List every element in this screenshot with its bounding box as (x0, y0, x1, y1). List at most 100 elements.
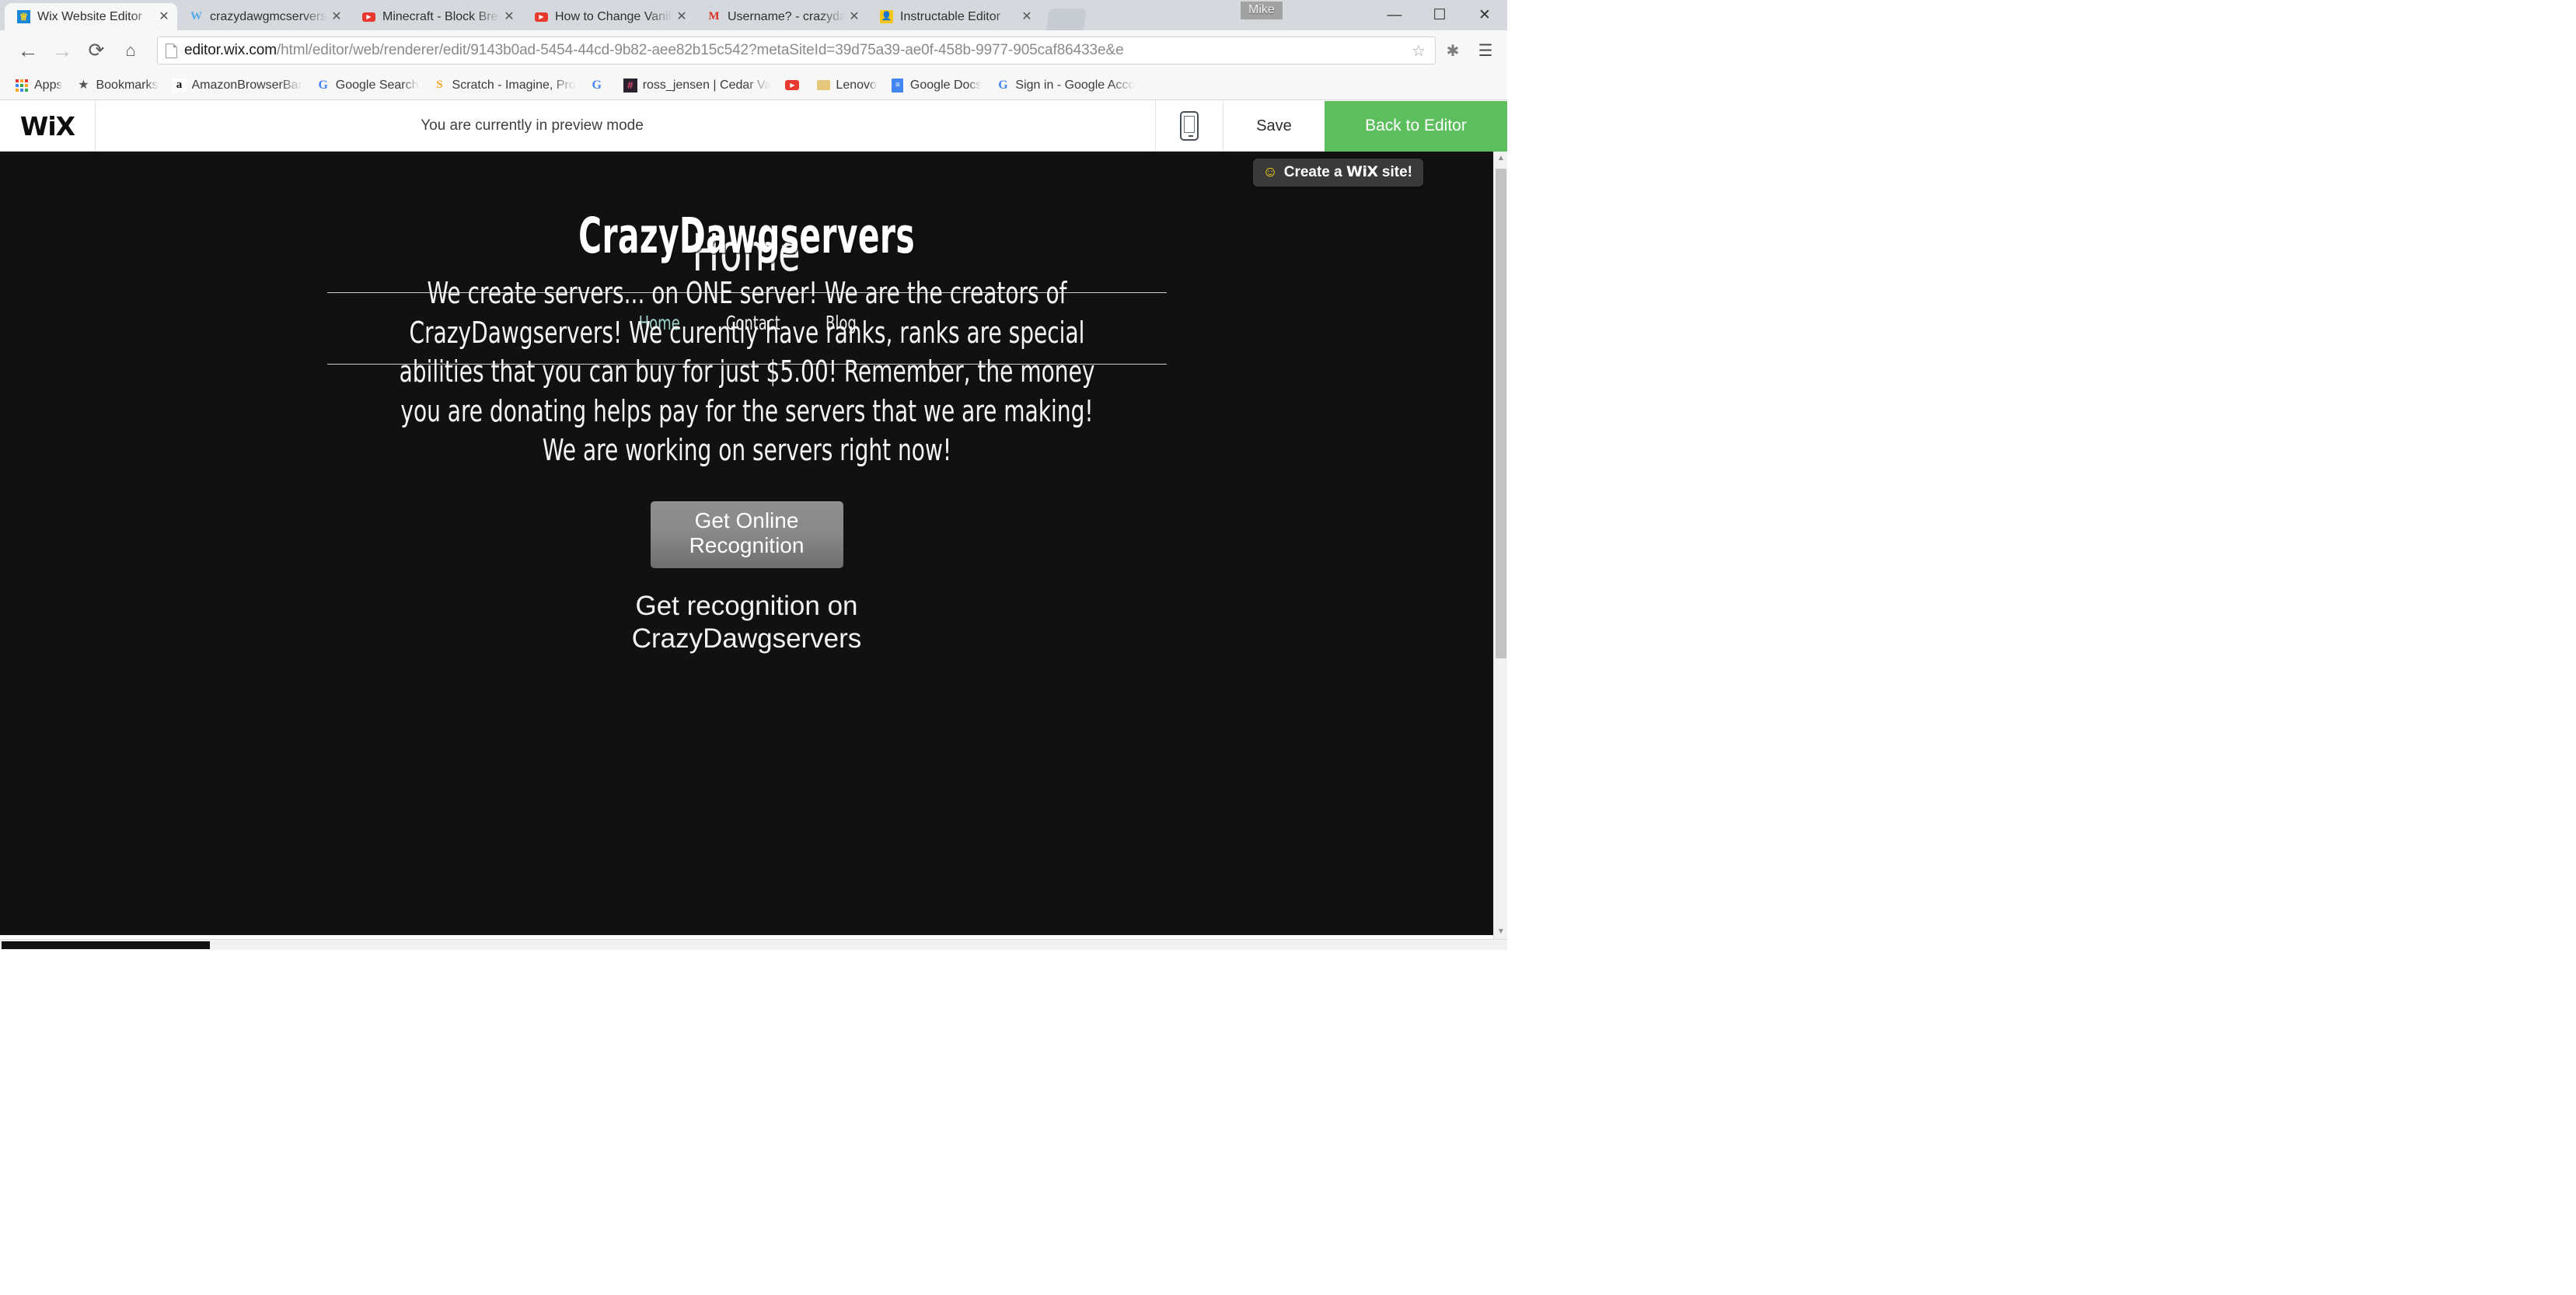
bookmark-google-search[interactable]: G Google Search (309, 71, 426, 100)
extensions-icon[interactable]: ✱ (1436, 41, 1470, 61)
badge-brand: WiX (1346, 163, 1378, 180)
google-icon: G (998, 78, 1008, 92)
get-online-recognition-button[interactable]: Get Online Recognition (650, 501, 843, 568)
browser-toolbar: ← → ⟳ ⌂ editor.wix.com/html/editor/web/r… (0, 30, 1507, 71)
tab-title: Instructable Editor (900, 9, 1000, 23)
address-bar[interactable]: editor.wix.com/html/editor/web/renderer/… (157, 37, 1436, 65)
bookmark-label: ross_jensen | Cedar Va (642, 78, 772, 92)
youtube-icon: ▶ (785, 79, 800, 92)
badge-text-after: site! (1377, 164, 1412, 180)
page-info-icon[interactable] (166, 43, 177, 58)
back-icon[interactable]: ← (11, 33, 45, 68)
tab-close-icon[interactable]: ✕ (1018, 10, 1035, 23)
bookmark-amazonbrowserbar[interactable]: a AmazonBrowserBar (166, 71, 309, 100)
bookmark-label: Lenovo (836, 78, 877, 92)
youtube-icon: ▶ (535, 10, 548, 23)
minimize-icon[interactable]: — (1372, 0, 1417, 30)
cta-subnote-line1: Get recognition on (635, 590, 858, 621)
hero-body-text: We create servers... on ONE server! We a… (399, 276, 1094, 468)
bookmark-ross-jensen[interactable]: # ross_jensen | Cedar Va (616, 71, 779, 100)
save-button[interactable]: Save (1223, 101, 1325, 152)
browser-tab-2[interactable]: W crazydawgmcservers - ✕ (177, 3, 350, 30)
tab-title: How to Change Vanilla (555, 9, 673, 23)
vertical-scrollbar[interactable]: ▲ ▼ (1493, 152, 1507, 939)
home-icon[interactable]: ⌂ (113, 33, 148, 68)
cta-subnote: Get recognition on CrazyDawgservers (0, 590, 1493, 656)
tab-close-icon[interactable]: ✕ (673, 10, 690, 23)
maximize-icon[interactable]: ☐ (1417, 0, 1462, 30)
bookmark-label: Google Docs (909, 78, 983, 92)
preview-mode-message: You are currently in preview mode (421, 117, 644, 134)
bookmark-lenovo[interactable]: Lenovo (809, 71, 884, 100)
tab-title: Wix Website Editor (37, 9, 142, 23)
cta-container: Get Online Recognition (0, 501, 1493, 568)
tab-close-icon[interactable]: ✕ (155, 10, 173, 23)
horizontal-scrollbar-thumb[interactable] (2, 941, 210, 949)
bookmark-apps[interactable]: Apps (8, 71, 69, 100)
url-text: editor.wix.com/html/editor/web/renderer/… (184, 42, 1408, 59)
create-wix-site-badge[interactable]: ☺ Create a WiX site! (1253, 159, 1423, 187)
gmail-icon: M (708, 10, 720, 23)
tab-close-icon[interactable]: ✕ (846, 10, 863, 23)
bookmark-google-2[interactable]: G (583, 71, 616, 100)
browser-tab-6[interactable]: 👤 Instructable Editor ✕ (867, 3, 1040, 30)
browser-tab-5[interactable]: M Username? - crazydaw ✕ (695, 3, 867, 30)
browser-tab-3[interactable]: ▶ Minecraft - Block Brea ✕ (350, 3, 522, 30)
bookmark-youtube[interactable]: ▶ (778, 71, 809, 100)
wix-man-icon: ☺ (1262, 164, 1278, 180)
bookmark-label: Google Search (335, 78, 419, 92)
browser-menu-icon[interactable]: ☰ (1470, 41, 1501, 61)
hero-title: CrazyDawgservers (578, 208, 915, 264)
browser-tab-1[interactable]: ♕ Wix Website Editor ✕ (5, 3, 177, 30)
instructables-icon: 👤 (880, 10, 893, 23)
browser-window: ♕ Wix Website Editor ✕ W crazydawgmcserv… (0, 0, 1507, 950)
site-preview-viewport: ☺ Create a WiX site! Home Home Contact B… (0, 152, 1493, 935)
mobile-view-button[interactable] (1156, 101, 1223, 152)
bookmark-label: Sign in - Google Acco (1015, 78, 1136, 92)
wix-icon: ♕ (17, 10, 30, 23)
forward-icon[interactable]: → (45, 33, 79, 68)
profile-tooltip: Mike (1241, 2, 1283, 19)
bookmark-label: Scratch - Imagine, Pro (452, 78, 576, 92)
bookmarks-bar: Apps ★ Bookmarks a AmazonBrowserBar G Go… (0, 71, 1507, 100)
ross-jensen-icon: # (623, 78, 637, 92)
mobile-phone-icon (1180, 111, 1199, 141)
amazon-icon: a (172, 78, 187, 92)
close-icon[interactable]: ✕ (1462, 0, 1507, 30)
bookmark-scratch[interactable]: S Scratch - Imagine, Pro (426, 71, 583, 100)
window-controls: — ☐ ✕ (1367, 0, 1507, 30)
bookmark-label: Bookmarks (96, 78, 159, 92)
google-docs-icon: ≡ (891, 78, 905, 92)
reload-icon[interactable]: ⟳ (79, 33, 113, 68)
url-path: /html/editor/web/renderer/edit/9143b0ad-… (276, 42, 1124, 58)
cta-subnote-line2: CrazyDawgservers (631, 623, 862, 654)
bookmark-star-icon[interactable]: ☆ (1408, 41, 1429, 61)
scratch-icon: S (436, 79, 443, 91)
scroll-up-icon[interactable]: ▲ (1494, 152, 1508, 166)
tab-close-icon[interactable]: ✕ (328, 10, 345, 23)
tab-title: Minecraft - Block Brea (382, 9, 501, 23)
bookmark-google-docs[interactable]: ≡ Google Docs (884, 71, 990, 100)
scroll-down-icon[interactable]: ▼ (1494, 925, 1508, 939)
browser-tab-4[interactable]: ▶ How to Change Vanilla ✕ (522, 3, 695, 30)
bookmark-label: AmazonBrowserBar (191, 78, 302, 92)
folder-icon (816, 79, 830, 92)
wix-logo[interactable]: WiX (0, 113, 95, 139)
wix-preview-toolbar: WiX You are currently in preview mode Sa… (0, 100, 1507, 152)
badge-text-before: Create a (1283, 164, 1347, 180)
tab-title: Username? - crazydaw (728, 9, 846, 23)
horizontal-scrollbar[interactable] (0, 939, 1507, 950)
tab-close-icon[interactable]: ✕ (501, 10, 518, 23)
url-host: editor.wix.com (184, 42, 277, 58)
tab-strip: ♕ Wix Website Editor ✕ W crazydawgmcserv… (0, 0, 1507, 30)
badge-text: Create a WiX site! (1284, 163, 1412, 181)
bookmark-sign-in-google[interactable]: G Sign in - Google Acco (989, 71, 1142, 100)
apps-grid-icon (15, 79, 29, 92)
bookmark-bookmarks[interactable]: ★ Bookmarks (69, 71, 165, 100)
google-icon: G (318, 78, 328, 92)
vertical-scrollbar-thumb[interactable] (1496, 169, 1506, 658)
new-tab-button[interactable] (1046, 9, 1087, 30)
youtube-icon: ▶ (362, 10, 375, 23)
bookmark-label: Apps (34, 78, 63, 92)
back-to-editor-button[interactable]: Back to Editor (1325, 100, 1507, 152)
